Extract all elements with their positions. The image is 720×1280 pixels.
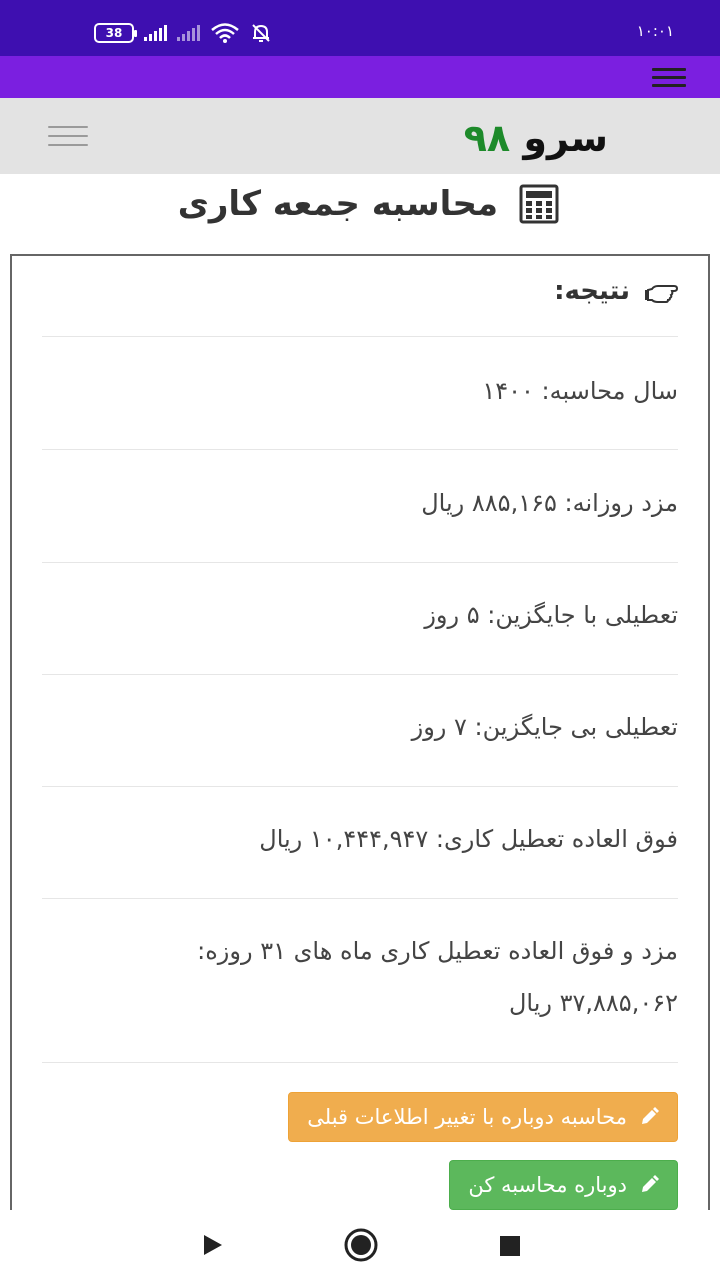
divider xyxy=(42,898,678,899)
calculator-icon xyxy=(519,184,559,224)
result-row-total-label: مزد و فوق العاده تعطیل کاری ماه های ۳۱ ر… xyxy=(197,937,678,965)
status-time: ۱۰:۰۱ xyxy=(636,22,674,40)
result-row-daily-wage: مزد روزانه: ۸۸۵,۱۶۵ ریال xyxy=(421,489,678,517)
brand-number: ۹۸ xyxy=(463,116,511,160)
result-row-total-value: ۳۷,۸۸۵,۰۶۲ ریال xyxy=(508,989,678,1017)
pencil-icon xyxy=(642,1107,659,1124)
menu-icon[interactable] xyxy=(652,68,686,88)
recalc-button[interactable]: دوباره محاسبه کن xyxy=(449,1160,678,1210)
home-icon[interactable] xyxy=(344,1228,378,1262)
page-title-text: محاسبه جمعه کاری xyxy=(177,184,498,224)
result-heading-label: نتیجه: xyxy=(554,276,630,306)
recent-apps-icon[interactable] xyxy=(500,1236,520,1256)
signal-icon-secondary xyxy=(177,25,200,41)
divider xyxy=(42,786,678,787)
battery-icon: 38 xyxy=(94,23,137,43)
brand-logo[interactable]: سرو ۹۸ xyxy=(464,116,608,160)
result-row-holidays-with-substitute: تعطیلی با جایگزین: ۵ روز xyxy=(424,601,678,629)
result-row-holiday-bonus: فوق العاده تعطیل کاری: ۱۰,۴۴۴,۹۴۷ ریال xyxy=(259,825,678,853)
recalc-label: دوباره محاسبه کن xyxy=(468,1173,627,1197)
signal-icon xyxy=(144,25,167,41)
back-icon[interactable] xyxy=(202,1234,224,1256)
app-bar xyxy=(0,56,720,98)
divider xyxy=(42,562,678,563)
divider xyxy=(42,449,678,450)
wifi-icon xyxy=(211,23,239,43)
system-nav-bar xyxy=(0,1210,720,1280)
bell-muted-icon xyxy=(252,24,270,42)
recalc-with-previous-label: محاسبه دوباره با تغییر اطلاعات قبلی xyxy=(307,1105,627,1129)
divider xyxy=(42,1062,678,1063)
pencil-icon xyxy=(642,1175,659,1192)
site-header: سرو ۹۸ xyxy=(0,98,720,174)
status-bar: 38 ۱۰:۰۱ xyxy=(0,0,720,56)
recalc-with-previous-button[interactable]: محاسبه دوباره با تغییر اطلاعات قبلی xyxy=(288,1092,678,1142)
status-icons: 38 xyxy=(94,22,272,44)
result-row-year: سال محاسبه: ۱۴۰۰ xyxy=(482,377,678,405)
nav-toggle-icon[interactable] xyxy=(48,126,88,146)
result-card: نتیجه: سال محاسبه: ۱۴۰۰ مزد روزانه: ۸۸۵,… xyxy=(10,254,710,1224)
hand-pointer-icon xyxy=(645,285,678,303)
result-heading: نتیجه: xyxy=(554,266,678,316)
page-title: محاسبه جمعه کاری xyxy=(178,178,560,230)
divider xyxy=(42,336,678,337)
result-row-holidays-without-substitute: تعطیلی بی جایگزین: ۷ روز xyxy=(411,713,678,741)
divider xyxy=(42,674,678,675)
brand-name: سرو xyxy=(523,116,608,160)
